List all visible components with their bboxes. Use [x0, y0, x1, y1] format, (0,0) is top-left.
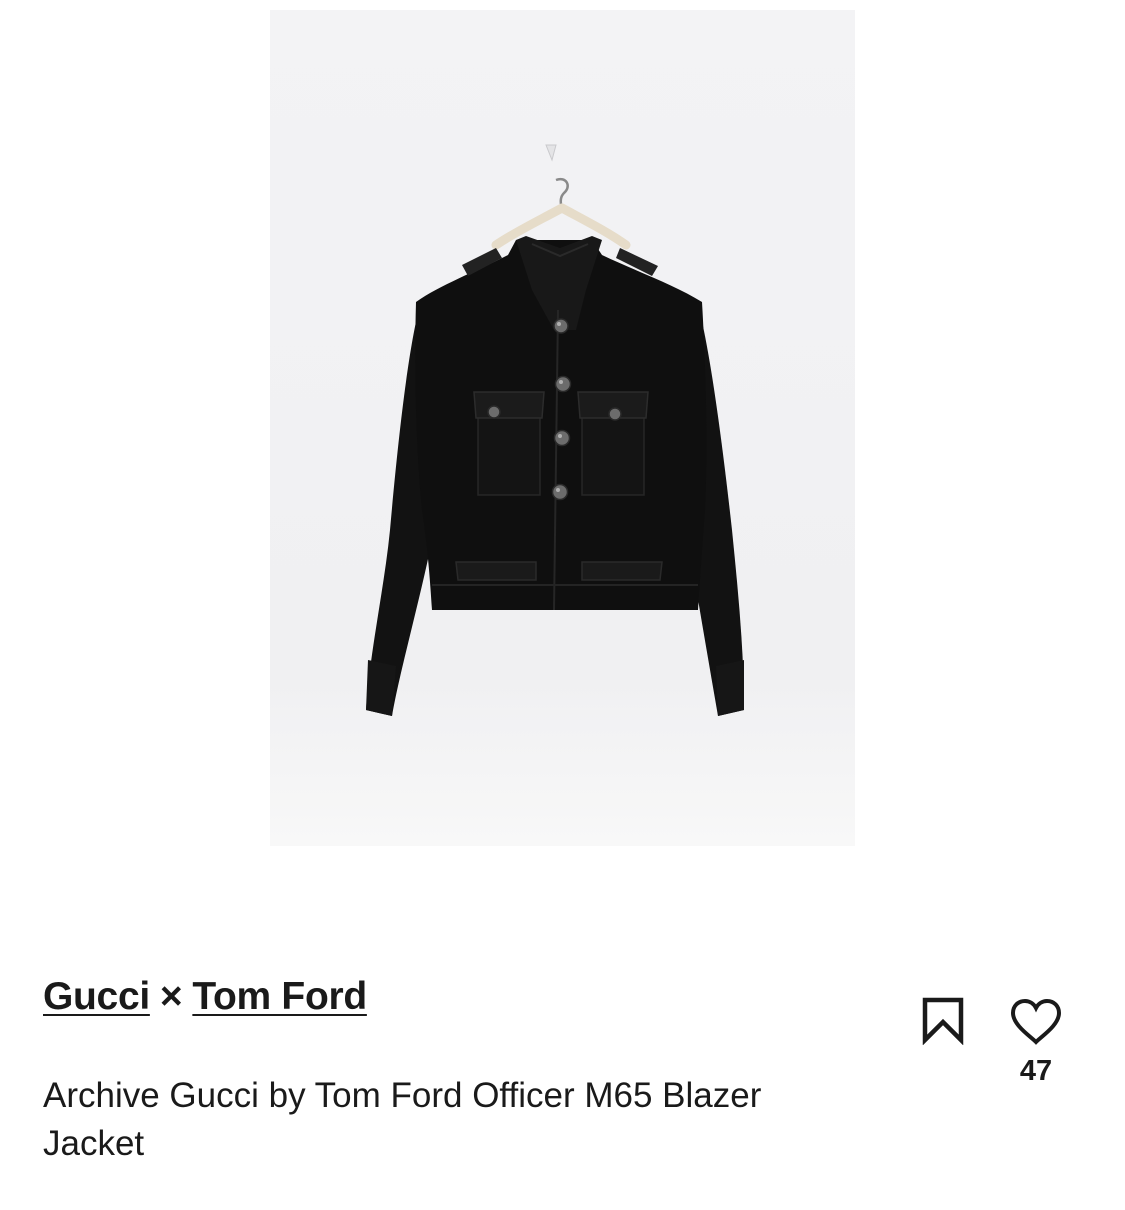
designer-link-gucci[interactable]: Gucci — [43, 975, 150, 1018]
bookmark-icon — [922, 997, 964, 1046]
designer-names: Gucci × Tom Ford — [43, 975, 367, 1019]
jacket-image — [270, 10, 855, 846]
like-count: 47 — [1019, 1055, 1053, 1087]
like-button[interactable] — [1008, 998, 1064, 1046]
heart-icon — [1010, 998, 1062, 1045]
product-photo[interactable] — [270, 10, 855, 846]
listing-title: Archive Gucci by Tom Ford Officer M65 Bl… — [43, 1076, 762, 1163]
designer-link-tom-ford[interactable]: Tom Ford — [192, 975, 367, 1018]
save-button[interactable] — [920, 995, 966, 1046]
designer-separator: × — [159, 975, 183, 1018]
